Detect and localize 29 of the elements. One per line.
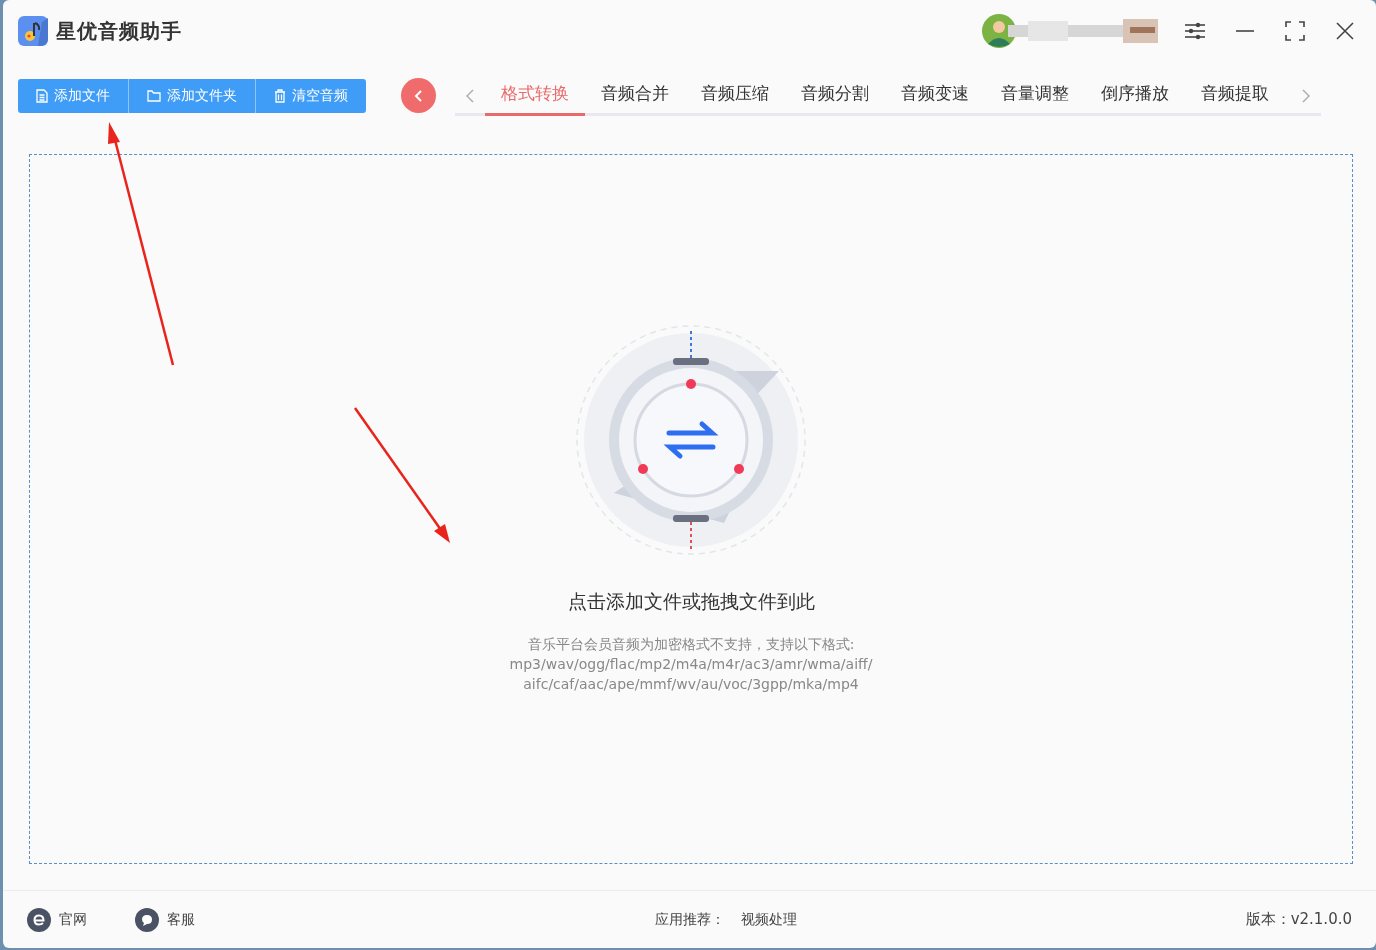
tab[interactable]: 音频合并 — [585, 75, 685, 116]
maximize-button[interactable] — [1282, 18, 1308, 44]
tab[interactable]: 音量调整 — [985, 75, 1085, 116]
recommend-label: 应用推荐： — [655, 910, 725, 929]
tab[interactable]: 倒序播放 — [1085, 75, 1185, 116]
format-note: 音乐平台会员音频为加密格式不支持，支持以下格式: mp3/wav/ogg/flac/mp2/m4a/m4r/ac3/amr/wma/aiff/ aifc/caf/aac/ape/mmf/wv/au/voc/3gpp/mka/mp4 — [509, 634, 873, 694]
drop-zone[interactable]: 点击添加文件或拖拽文件到此 音乐平台会员音频为加密格式不支持，支持以下格式: mp3/wav/ogg/flac/mp2/m4a/m4r/ac3/amr/wma/aiff/ aifc/caf/aac/ape/mmf/wv/au/voc/3gpp/mka/mp4 — [29, 154, 1353, 864]
tab[interactable]: 音频提取 — [1185, 75, 1285, 116]
chat-icon — [135, 907, 159, 932]
collapse-button[interactable] — [401, 78, 436, 113]
trash-icon — [274, 88, 286, 103]
close-icon — [1336, 22, 1354, 40]
footer-link[interactable]: 官网 — [59, 909, 87, 930]
folder-icon — [147, 89, 161, 102]
footer-link[interactable]: 客服 — [167, 909, 195, 930]
tab[interactable]: 音频分割 — [785, 75, 885, 116]
minimize-icon — [1235, 30, 1255, 32]
tab[interactable]: 音频变速 — [885, 75, 985, 116]
maximize-icon — [1285, 21, 1305, 41]
document-icon — [36, 88, 48, 103]
app-logo-icon — [18, 16, 48, 46]
drop-heading: 点击添加文件或拖拽文件到此 — [567, 589, 815, 614]
tab[interactable]: 音频压缩 — [685, 75, 785, 116]
sliders-icon — [1184, 21, 1206, 41]
app-title: 星优音频助手 — [56, 18, 182, 45]
web-icon — [27, 907, 51, 932]
version-text: 版本：v2.1.0.0 — [1245, 909, 1352, 931]
chevron-left-icon — [413, 89, 424, 102]
recommend-link[interactable]: 视频处理 — [741, 909, 797, 930]
